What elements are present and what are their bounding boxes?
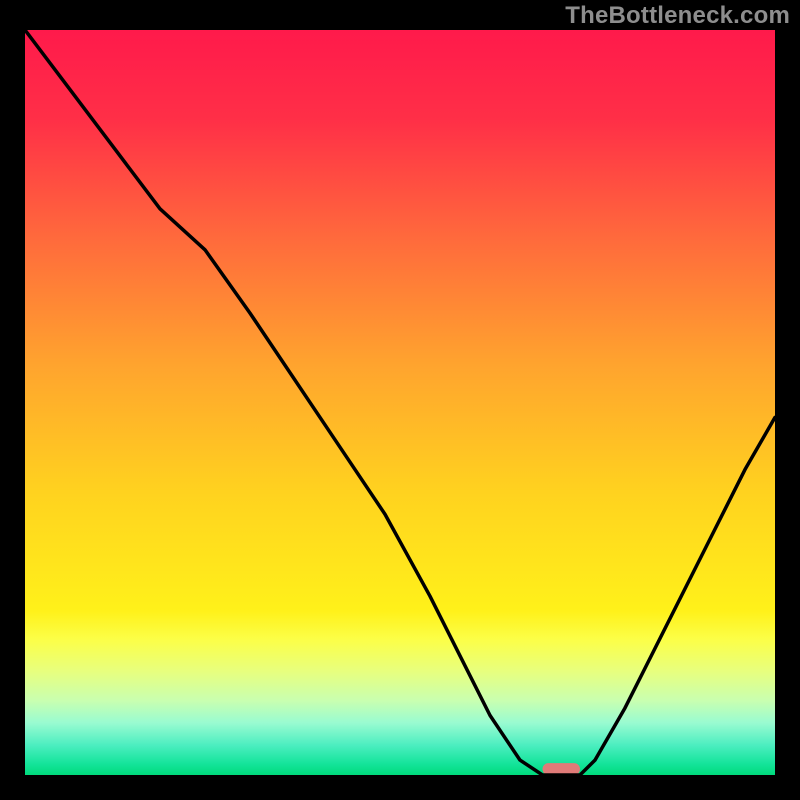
bottleneck-chart [25,30,775,775]
optimal-marker [543,763,581,775]
watermark-text: TheBottleneck.com [565,2,790,30]
gradient-background [25,30,775,775]
chart-frame: TheBottleneck.com [0,0,800,800]
